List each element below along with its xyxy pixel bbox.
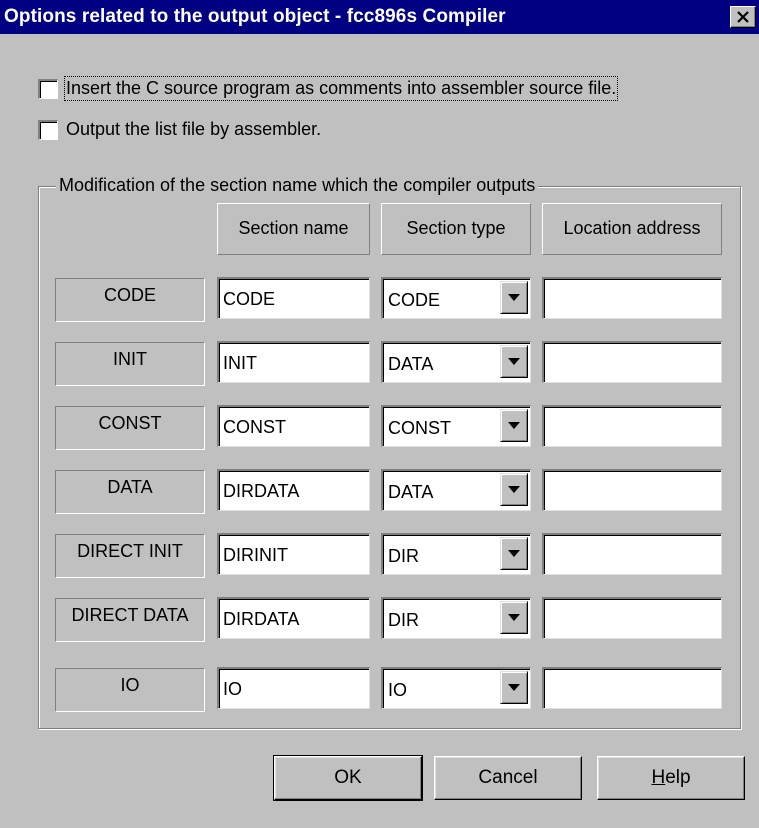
header-location-address-text: Location address xyxy=(563,218,701,238)
help-label-rest: elp xyxy=(665,767,691,788)
section-type-select-data[interactable]: DATA xyxy=(381,469,531,511)
dropdown-button-code[interactable] xyxy=(500,281,528,314)
location-address-input-init[interactable] xyxy=(542,341,722,383)
insert-c-source-label: Insert the C source program as comments … xyxy=(63,76,619,101)
section-type-value-direct-data: DIR xyxy=(388,610,419,630)
row-label-init: INIT xyxy=(55,342,205,386)
output-list-file-label: Output the list file by assembler. xyxy=(66,119,322,139)
section-type-select-code[interactable]: CODE xyxy=(381,277,531,319)
section-type-value-const: CONST xyxy=(388,418,451,438)
location-address-input-data[interactable] xyxy=(542,469,722,511)
chevron-down-icon xyxy=(508,550,520,557)
insert-c-source-checkbox[interactable] xyxy=(38,78,58,99)
section-type-select-init[interactable]: DATA xyxy=(381,341,531,383)
groupbox-title: Modification of the section name which t… xyxy=(56,175,539,196)
dropdown-button-data[interactable] xyxy=(500,473,528,506)
location-address-input-const[interactable] xyxy=(542,405,722,447)
section-name-input-code[interactable]: CODE xyxy=(217,277,370,319)
row-label-io: IO xyxy=(55,668,205,712)
section-type-select-direct-init[interactable]: DIR xyxy=(381,533,531,575)
section-type-value-code: CODE xyxy=(388,290,441,310)
section-name-input-direct-init[interactable]: DIRINIT xyxy=(217,533,370,575)
section-name-groupbox xyxy=(38,186,741,729)
row-label-direct-data: DIRECT DATA xyxy=(55,598,205,642)
cancel-button[interactable]: Cancel xyxy=(434,756,582,800)
section-name-input-io[interactable]: IO xyxy=(217,667,370,709)
section-type-value-io: IO xyxy=(388,680,408,700)
header-section-type-text: Section type xyxy=(406,218,506,238)
header-section-name-text: Section name xyxy=(238,218,349,238)
dropdown-button-direct-init[interactable] xyxy=(500,537,528,570)
location-address-input-direct-data[interactable] xyxy=(542,597,722,639)
section-type-value-direct-init: DIR xyxy=(388,546,419,566)
location-address-input-code[interactable] xyxy=(542,277,722,319)
close-button[interactable] xyxy=(730,6,756,28)
chevron-down-icon xyxy=(508,294,520,301)
section-name-input-data[interactable]: DIRDATA xyxy=(217,469,370,511)
close-icon xyxy=(737,11,749,23)
dropdown-button-init[interactable] xyxy=(500,345,528,378)
header-section-type: Section type xyxy=(381,203,531,255)
section-type-value-data: DATA xyxy=(388,482,434,502)
dropdown-button-direct-data[interactable] xyxy=(500,601,528,634)
row-label-data: DATA xyxy=(55,470,205,514)
location-address-input-direct-init[interactable] xyxy=(542,533,722,575)
section-name-input-direct-data[interactable]: DIRDATA xyxy=(217,597,370,639)
output-list-file-checkbox[interactable] xyxy=(38,119,58,140)
section-type-value-init: DATA xyxy=(388,354,434,374)
dropdown-button-io[interactable] xyxy=(500,671,528,704)
help-button[interactable]: Help xyxy=(597,756,745,800)
section-type-select-direct-data[interactable]: DIR xyxy=(381,597,531,639)
location-address-input-io[interactable] xyxy=(542,667,722,709)
chevron-down-icon xyxy=(508,614,520,621)
section-type-select-io[interactable]: IO xyxy=(381,667,531,709)
section-name-input-init[interactable]: INIT xyxy=(217,341,370,383)
section-name-input-const[interactable]: CONST xyxy=(217,405,370,447)
row-label-const: CONST xyxy=(55,406,205,450)
ok-button[interactable]: OK xyxy=(273,755,423,801)
row-label-direct-init: DIRECT INIT xyxy=(55,534,205,578)
insert-c-source-option[interactable]: Insert the C source program as comments … xyxy=(38,76,619,101)
chevron-down-icon xyxy=(508,358,520,365)
help-mnemonic: H xyxy=(651,767,666,788)
title-bar: Options related to the output object - f… xyxy=(0,0,759,34)
section-type-select-const[interactable]: CONST xyxy=(381,405,531,447)
chevron-down-icon xyxy=(508,684,520,691)
chevron-down-icon xyxy=(508,422,520,429)
output-list-file-option[interactable]: Output the list file by assembler. xyxy=(38,119,321,140)
chevron-down-icon xyxy=(508,486,520,493)
dropdown-button-const[interactable] xyxy=(500,409,528,442)
header-section-name: Section name xyxy=(217,203,370,255)
header-location-address: Location address xyxy=(542,203,722,255)
row-label-code: CODE xyxy=(55,278,205,322)
window-title: Options related to the output object - f… xyxy=(4,6,506,27)
